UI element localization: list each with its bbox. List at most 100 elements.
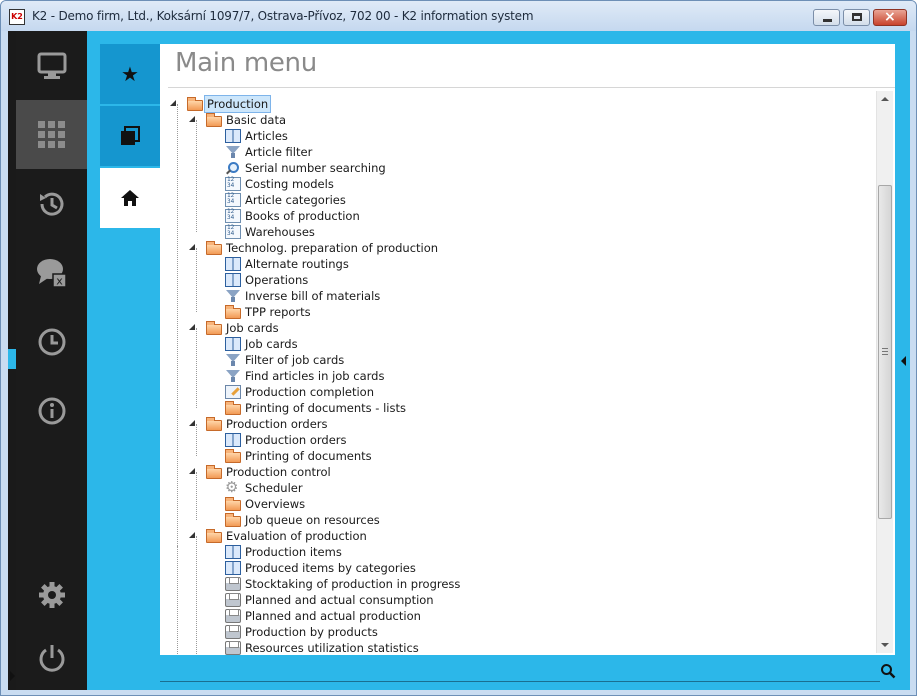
tree-item[interactable]: Produced items by categories [225,560,416,576]
tree-folder[interactable]: Production orders [189,416,328,432]
right-rail[interactable] [897,31,910,690]
tree-folder[interactable]: Overviews [208,496,305,512]
tree-item[interactable]: Costing models [225,176,334,192]
grip-icon [882,348,888,355]
tree-item-label: Basic data [226,113,287,127]
tree-item-label: Production items [245,545,342,559]
tree-folder[interactable]: Job cards [189,320,279,336]
tree-item[interactable]: Find articles in job cards [225,368,384,384]
tree-item[interactable]: Production items [225,544,342,560]
sidebar-item-desktop[interactable] [16,31,87,100]
tree-item[interactable]: Job cards [225,336,298,352]
tree-item-label: Operations [245,273,309,287]
tree-folder[interactable]: Evaluation of production [189,528,367,544]
sidebar-item-main-menu[interactable] [16,100,87,169]
expand-icon[interactable] [208,451,216,461]
vertical-scrollbar[interactable] [876,91,893,653]
tree-item-label: Inverse bill of materials [245,289,381,303]
sidebar-item-messages[interactable]: x [16,238,87,307]
scroll-down-icon[interactable] [881,643,889,647]
tree-folder[interactable]: Printing of documents [208,448,372,464]
tree-item[interactable]: Operations [225,272,308,288]
book-icon [225,433,241,447]
expand-sidebar-handle[interactable] [8,349,16,681]
funnel-icon [225,369,241,383]
printer-icon [225,641,241,655]
sidebar-item-recent[interactable] [16,307,87,376]
tree-guide [196,536,197,655]
maximize-button[interactable] [843,9,870,26]
scroll-up-icon[interactable] [881,97,889,101]
expand-icon[interactable] [208,403,216,413]
expand-icon[interactable] [208,307,216,317]
expand-left-icon [10,671,15,681]
scroll-thumb[interactable] [878,185,892,519]
tree-item[interactable]: Planned and actual consumption [225,592,434,608]
title-bar[interactable]: K2 K2 - Demo firm, Ltd., Koksární 1097/7… [1,1,916,31]
tree-item[interactable]: Serial number searching [225,160,386,176]
tree-item[interactable]: Stocktaking of production in progress [225,576,460,592]
tree-folder[interactable]: Technolog. preparation of production [189,240,438,256]
tree-item-label: Costing models [245,177,334,191]
tree-item[interactable]: Production orders [225,432,347,448]
tree-folder[interactable]: Basic data [189,112,287,128]
tree-item[interactable]: Scheduler [225,478,303,496]
tree-item[interactable]: Filter of job cards [225,352,344,368]
tab-home[interactable] [100,168,160,228]
collapse-icon[interactable] [189,116,197,124]
tree-item[interactable]: Planned and actual production [225,608,421,624]
tree-item[interactable]: Books of production [225,208,360,224]
collapse-icon[interactable] [189,468,197,476]
collapse-icon[interactable] [189,532,197,540]
left-rail [8,31,16,690]
tree-item[interactable]: Article categories [225,192,346,208]
sidebar-item-info[interactable] [16,376,87,445]
chat-badge: x [56,274,63,287]
sidebar-item-settings[interactable] [16,560,87,629]
main-panel: Main menu Production Basic data Articles Ar… [160,44,895,655]
page-title: Main menu [175,48,317,78]
tree-folder[interactable]: Job queue on resources [208,512,380,528]
tree-item[interactable]: Inverse bill of materials [225,288,380,304]
menu-tree[interactable]: Production Basic data Articles Article filt… [160,91,876,655]
tree-guide [177,104,178,546]
close-button[interactable]: × [873,9,907,26]
info-icon [38,397,65,424]
printer-icon [225,577,241,591]
collapse-icon[interactable] [189,244,197,252]
sidebar-item-logout[interactable] [16,623,87,692]
tree-item-label: Articles [245,129,288,143]
folder-icon [225,512,241,527]
tree-item-label: Scheduler [245,481,303,495]
collapse-icon[interactable] [189,324,197,332]
tree-item-label: Article categories [245,193,346,207]
tab-windows[interactable] [100,106,160,166]
tab-favorites[interactable]: ★ [100,44,160,104]
folder-icon [206,320,222,335]
tree-item[interactable]: Production by products [225,624,378,640]
expand-icon[interactable] [208,499,216,509]
tree-item[interactable]: Production completion [225,384,374,400]
tree-folder[interactable]: Printing of documents - lists [208,400,406,416]
tree-item[interactable]: Warehouses [225,224,315,240]
collapse-icon[interactable] [170,100,178,108]
sidebar-item-history[interactable] [16,169,87,238]
tree-item[interactable]: Resources utilization statistics [225,640,419,655]
tree-item[interactable]: Article filter [225,144,312,160]
search-input[interactable] [160,681,880,682]
tree-folder[interactable]: Production [170,95,272,113]
collapse-icon[interactable] [189,420,197,428]
tree-guide [196,248,197,312]
search-bar [160,655,896,690]
edit-icon [225,385,241,399]
expand-icon[interactable] [208,515,216,525]
search-button[interactable] [880,663,896,679]
tree-item-label: Warehouses [245,225,315,239]
tree-item-label: Production [204,95,272,113]
tree-folder[interactable]: TPP reports [208,304,311,320]
funnel-icon [225,353,241,367]
tree-item[interactable]: Articles [225,128,288,144]
tree-item-label: Production by products [245,625,378,639]
tree-item[interactable]: Alternate routings [225,256,349,272]
minimize-button[interactable] [813,9,840,26]
